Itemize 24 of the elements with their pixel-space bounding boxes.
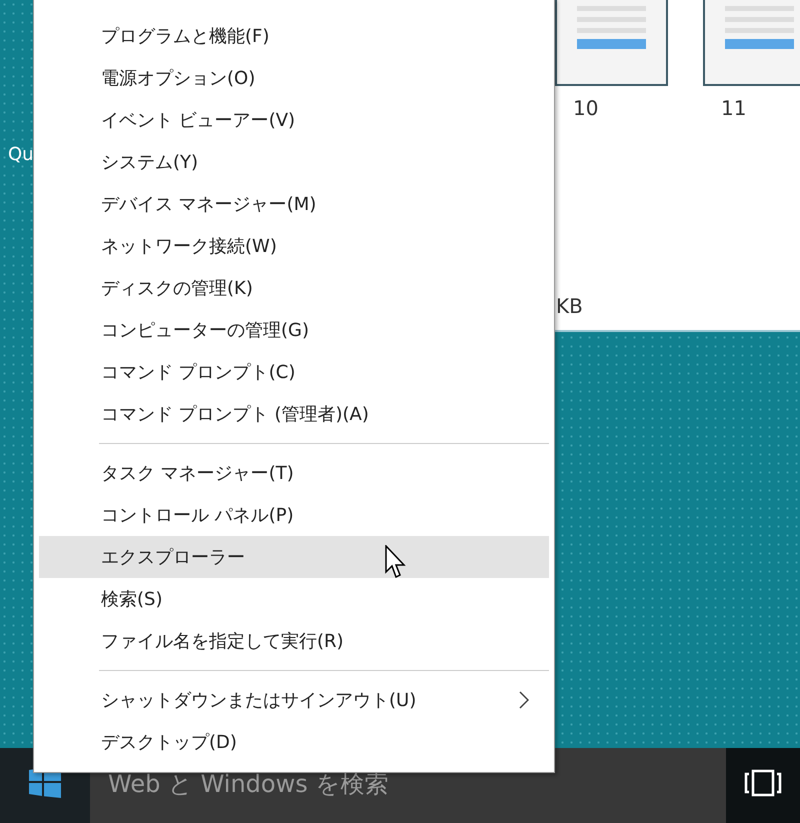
menu-item[interactable]: 電源オプション(O) <box>39 57 549 99</box>
menu-item[interactable]: システム(Y) <box>39 141 549 183</box>
menu-item[interactable]: デバイス マネージャー(M) <box>39 183 549 225</box>
menu-item[interactable]: エクスプローラー <box>39 536 549 578</box>
menu-item[interactable]: 検索(S) <box>39 578 549 620</box>
menu-item[interactable]: コマンド プロンプト (管理者)(A) <box>39 393 549 435</box>
chevron-right-icon <box>519 691 529 709</box>
menu-item[interactable]: コマンド プロンプト(C) <box>39 351 549 393</box>
menu-item[interactable]: タスク マネージャー(T) <box>39 452 549 494</box>
task-view-button[interactable] <box>726 748 800 823</box>
menu-item[interactable]: シャットダウンまたはサインアウト(U) <box>39 679 549 721</box>
menu-item[interactable]: コンピューターの管理(G) <box>39 309 549 351</box>
menu-item[interactable]: プログラムと機能(F) <box>39 15 549 57</box>
mouse-cursor-icon <box>385 545 407 579</box>
menu-item[interactable]: ファイル名を指定して実行(R) <box>39 620 549 662</box>
menu-item[interactable]: ネットワーク接続(W) <box>39 225 549 267</box>
thumbnail-label: 10 <box>573 96 600 120</box>
menu-item[interactable]: ディスクの管理(K) <box>39 267 549 309</box>
menu-item[interactable]: イベント ビューアー(V) <box>39 99 549 141</box>
desktop-icon-label: Qu <box>8 144 34 165</box>
size-text: KB <box>556 294 583 318</box>
task-view-icon <box>744 768 782 796</box>
menu-item[interactable]: コントロール パネル(P) <box>39 494 549 536</box>
thumbnail-label: 11 <box>721 96 748 120</box>
